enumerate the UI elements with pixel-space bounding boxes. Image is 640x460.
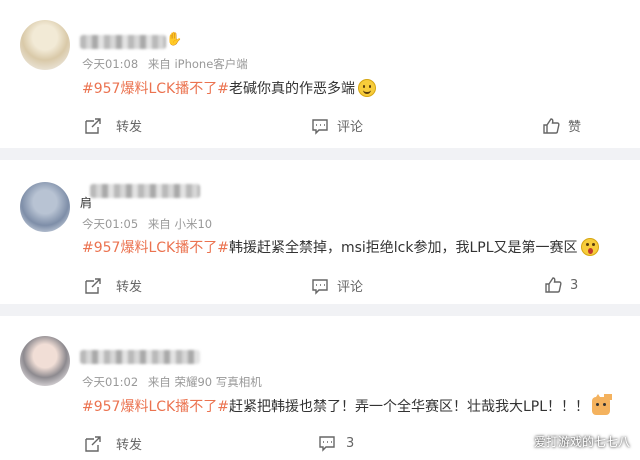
hashtag-link[interactable]: #957爆料LCK播不了# [82,240,229,256]
like-button[interactable]: 赞 [542,116,581,135]
repost-button[interactable]: 转发 [84,434,142,453]
comment-button[interactable]: 3 [318,434,354,452]
post-content: #957爆料LCK播不了#老碱你真的作恶多端 [82,78,376,98]
hand-emoji-icon: ✋ [166,32,183,47]
like-count: 3 [570,277,579,293]
hashtag-link[interactable]: #957爆料LCK播不了# [82,81,229,97]
watermark: 爱打游戏的七七八 [533,435,630,449]
post-source: 来自 小米10 [147,217,213,231]
username-blurred[interactable] [80,35,166,49]
comment-icon [319,436,335,452]
post-meta: 今天01:08 来自 iPhone客户端 [82,56,254,72]
like-button[interactable]: 3 [544,276,578,294]
post-time: 今天01:05 [82,217,139,231]
thumbs-up-icon [543,117,560,134]
repost-icon [85,277,101,294]
username-visible-char: 肩 [80,196,93,210]
post-source: 来自 iPhone客户端 [147,57,248,71]
post-time: 今天01:02 [82,375,139,389]
avatar[interactable] [20,336,70,386]
avatar[interactable] [20,20,70,70]
username-blurred[interactable] [90,184,200,198]
repost-icon [85,435,101,452]
post-content: #957爆料LCK播不了#韩援赶紧全禁掉，msi拒绝lck参加，我LPL又是第一… [82,237,599,257]
comment-button[interactable]: 评论 [311,116,363,135]
comment-label: 评论 [337,280,364,295]
hashtag-link[interactable]: #957爆料LCK播不了# [82,399,229,415]
repost-icon [85,117,101,134]
post-time: 今天01:08 [82,57,139,71]
post-meta: 今天01:05 来自 小米10 [82,216,218,232]
username-blurred[interactable] [80,350,200,364]
avatar[interactable] [20,182,70,232]
comment-card-1: ✋ 今天01:08 来自 iPhone客户端 #957爆料LCK播不了#老碱你真… [0,0,640,150]
comment-card-2: 肩 今天01:05 来自 小米10 #957爆料LCK播不了#韩援赶紧全禁掉，m… [0,160,640,304]
repost-label: 转发 [116,438,143,453]
divider [0,148,640,160]
thumbs-up-icon [545,277,562,293]
post-text: 韩援赶紧全禁掉，msi拒绝lck参加，我LPL又是第一赛区 [228,240,578,256]
cat-emoji-icon [592,394,610,415]
like-label: 赞 [568,120,582,135]
smile-emoji-icon [357,79,376,97]
repost-button[interactable]: 转发 [84,276,142,295]
repost-button[interactable]: 转发 [84,116,142,135]
comment-button[interactable]: 评论 [311,276,363,295]
repost-label: 转发 [116,120,143,135]
post-text: 赶紧把韩援也禁了！弄一个全华赛区！壮哉我大LPL！！！ [228,399,589,415]
shocked-emoji-icon [580,238,599,256]
comment-count: 3 [346,435,355,451]
post-source: 来自 荣耀90 写真相机 [147,375,262,389]
comment-label: 评论 [337,120,364,135]
comment-icon [312,278,328,295]
post-meta: 今天01:02 来自 荣耀90 写真相机 [82,374,268,390]
divider [0,304,640,316]
comment-icon [312,118,328,135]
post-text: 老碱你真的作恶多端 [228,81,355,97]
repost-label: 转发 [116,280,143,295]
post-content: #957爆料LCK播不了#赶紧把韩援也禁了！弄一个全华赛区！壮哉我大LPL！！！ [82,394,610,416]
